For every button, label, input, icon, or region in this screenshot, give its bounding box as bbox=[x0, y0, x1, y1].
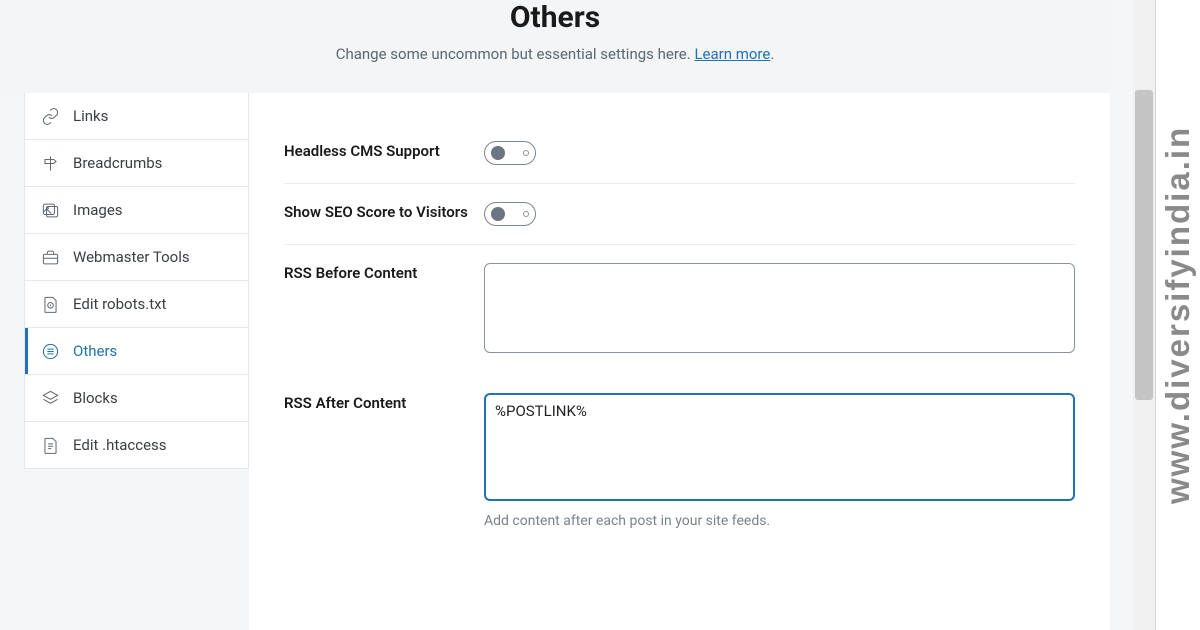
rss-after-input[interactable] bbox=[484, 393, 1075, 501]
sidebar-item-label: Images bbox=[73, 201, 123, 219]
page-title: Others bbox=[20, 0, 1090, 35]
sidebar-item-robots[interactable]: Edit robots.txt bbox=[25, 281, 248, 328]
sidebar-item-webmaster[interactable]: Webmaster Tools bbox=[25, 234, 248, 281]
sidebar-item-blocks[interactable]: Blocks bbox=[25, 375, 248, 422]
sidebar-item-others[interactable]: Others bbox=[25, 328, 248, 375]
field-headless: Headless CMS Support bbox=[284, 123, 1075, 184]
content-panel: Headless CMS Support Show SEO Score to V… bbox=[249, 93, 1110, 630]
sidebar-item-htaccess[interactable]: Edit .htaccess bbox=[25, 422, 248, 468]
field-seo-score: Show SEO Score to Visitors bbox=[284, 184, 1075, 245]
sidebar: Links Breadcrumbs Images Webmaster Tools bbox=[24, 93, 249, 469]
rss-after-help: Add content after each post in your site… bbox=[484, 513, 1075, 529]
sidebar-item-images[interactable]: Images bbox=[25, 187, 248, 234]
sidebar-item-label: Edit .htaccess bbox=[73, 436, 167, 454]
seo-score-toggle[interactable] bbox=[484, 202, 536, 226]
file-edit-icon bbox=[40, 435, 60, 455]
headless-label: Headless CMS Support bbox=[284, 141, 484, 165]
toolbox-icon bbox=[40, 247, 60, 267]
page-header: Others Change some uncommon but essentia… bbox=[0, 0, 1110, 93]
field-rss-after: RSS After Content Add content after each… bbox=[284, 375, 1075, 547]
watermark: www.diversifyindia.in bbox=[1155, 0, 1200, 630]
page-subtitle: Change some uncommon but essential setti… bbox=[20, 45, 1090, 63]
file-icon bbox=[40, 294, 60, 314]
signpost-icon bbox=[40, 153, 60, 173]
list-icon bbox=[40, 341, 60, 361]
rss-before-label: RSS Before Content bbox=[284, 263, 484, 357]
sidebar-item-links[interactable]: Links bbox=[25, 93, 248, 140]
sidebar-item-label: Webmaster Tools bbox=[73, 248, 190, 266]
seo-score-label: Show SEO Score to Visitors bbox=[284, 202, 484, 226]
sidebar-item-label: Links bbox=[73, 107, 108, 125]
layers-icon bbox=[40, 388, 60, 408]
sidebar-item-breadcrumbs[interactable]: Breadcrumbs bbox=[25, 140, 248, 187]
sidebar-item-label: Others bbox=[73, 342, 117, 360]
sidebar-item-label: Edit robots.txt bbox=[73, 295, 166, 313]
sidebar-item-label: Blocks bbox=[73, 389, 118, 407]
images-icon bbox=[40, 200, 60, 220]
field-rss-before: RSS Before Content bbox=[284, 245, 1075, 375]
learn-more-link[interactable]: Learn more bbox=[694, 45, 770, 63]
rss-after-label: RSS After Content bbox=[284, 393, 484, 529]
link-icon bbox=[40, 106, 60, 126]
scrollbar[interactable] bbox=[1133, 0, 1155, 630]
rss-before-input[interactable] bbox=[484, 263, 1075, 353]
sidebar-item-label: Breadcrumbs bbox=[73, 154, 162, 172]
scroll-thumb[interactable] bbox=[1135, 90, 1153, 400]
headless-toggle[interactable] bbox=[484, 141, 536, 165]
